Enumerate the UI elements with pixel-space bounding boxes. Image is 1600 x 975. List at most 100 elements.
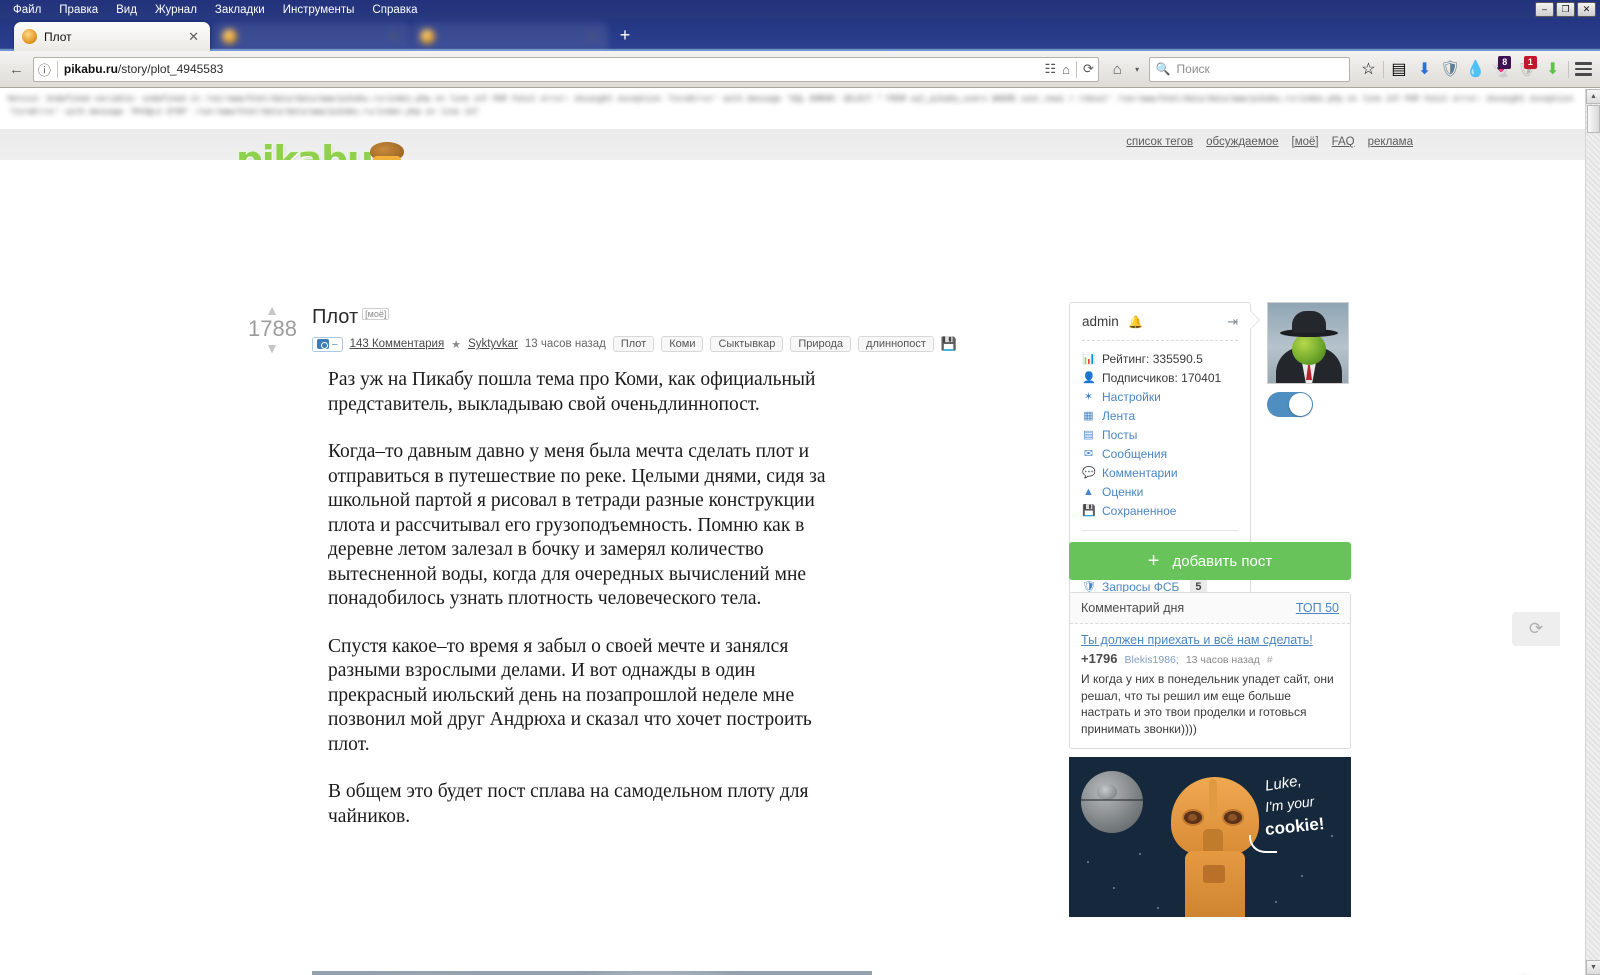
menu-help[interactable]: Справка (363, 2, 426, 18)
menu-history[interactable]: Журнал (146, 2, 206, 18)
comment-of-the-day-body: Ты должен приехать и всё нам сделать! +1… (1070, 624, 1350, 748)
site-top-links: список тегов обсуждаемое [моё] FAQ рекла… (1126, 136, 1413, 148)
comment-icon: 💬 (1082, 467, 1096, 479)
back-button-icon[interactable]: ← (6, 56, 27, 83)
page-title[interactable]: Плот (312, 306, 358, 329)
restore-button[interactable]: ❐ (1556, 2, 1575, 17)
tag-item[interactable]: Сыктывкар (710, 336, 784, 352)
reload-icon[interactable]: ⟳ (1083, 61, 1094, 77)
menu-tools[interactable]: Инструменты (274, 2, 364, 18)
browser-tab-3[interactable]: ✕ (412, 22, 608, 51)
link-advertising[interactable]: реклама (1368, 136, 1413, 148)
add-post-button[interactable]: + добавить пост (1069, 542, 1351, 580)
sidebar-item-saved[interactable]: 💾 Сохраненное (1082, 502, 1238, 521)
comment-text: И когда у них в понедельник упадет сайт,… (1081, 672, 1334, 736)
site-info-icon[interactable]: ⓘ (38, 60, 51, 79)
tab-favicon-icon (222, 29, 237, 44)
tab-close-icon[interactable]: ✕ (185, 29, 202, 45)
tab-close-icon[interactable]: ✕ (583, 29, 600, 45)
navigation-toolbar: ← ⓘ pikabu.ru/story/plot_4945583 ☷ ⌂ ⟳ ⌂… (0, 51, 1600, 88)
comment-author[interactable]: Blekis1986; (1125, 654, 1179, 666)
user-name[interactable]: admin (1082, 314, 1119, 329)
browser-search-bar[interactable]: 🔍 Поиск (1148, 56, 1350, 82)
sidebar-item-ratings[interactable]: ▲ Оценки (1082, 483, 1238, 502)
vote-count: 1788 (248, 316, 297, 341)
tag-item[interactable]: длиннопост (858, 336, 934, 352)
comment-link[interactable]: Ты должен приехать и всё нам сделать! (1081, 633, 1339, 647)
page-scrollbar[interactable]: ▲ ▼ (1585, 89, 1600, 975)
tab-close-icon[interactable]: ✕ (385, 29, 402, 45)
author-link[interactable]: Syktyvkar (468, 338, 518, 350)
comments-count-link[interactable]: 143 Комментария (350, 338, 445, 350)
logout-icon[interactable]: ⇥ (1227, 314, 1238, 330)
avatar-hat-top (1292, 311, 1326, 333)
upvote-button[interactable]: ▲ (248, 303, 296, 317)
reader-mode-icon[interactable]: ☷ (1044, 61, 1056, 77)
refresh-widget-button[interactable]: ⟳ (1512, 612, 1560, 646)
death-star-icon (1081, 771, 1143, 833)
shield-blocker-icon[interactable]: 🛡 1 (1516, 56, 1538, 82)
panel-arrow (1250, 311, 1259, 329)
tab-title: Плот (44, 29, 72, 44)
url-bar[interactable]: ⓘ pikabu.ru/story/plot_4945583 ☷ ⌂ ⟳ (32, 56, 1099, 82)
search-placeholder: Поиск (1176, 62, 1210, 76)
droplet-addon-icon[interactable]: 💧 (1465, 56, 1487, 82)
feed-icon: ▦ (1083, 410, 1094, 422)
menu-bookmarks[interactable]: Закладки (206, 2, 274, 18)
scrollbar-thumb[interactable] (1587, 105, 1600, 133)
hamburger-bars (1574, 62, 1592, 76)
sidebar-item-feed[interactable]: ▦ Лента (1082, 407, 1238, 426)
new-tab-button[interactable]: + (612, 23, 638, 47)
bell-icon[interactable]: 🔔 (1128, 315, 1143, 329)
downvote-button[interactable]: ▼ (248, 341, 296, 355)
toggle-knob (1289, 393, 1312, 416)
menu-bar: Файл Правка Вид Журнал Закладки Инструме… (0, 0, 1600, 19)
top50-link[interactable]: ТОП 50 (1296, 601, 1339, 615)
camera-badge[interactable]: – (312, 336, 343, 352)
sidebar-item-comments[interactable]: 💬 Комментарии (1082, 464, 1238, 483)
sidebar-item-label: Оценки (1102, 485, 1144, 499)
tag-item[interactable]: Плот (612, 336, 655, 352)
hamburger-menu-icon[interactable] (1572, 56, 1594, 82)
toolbar-overflow-chevron-down-icon[interactable]: ▾ (1132, 56, 1143, 83)
library-icon[interactable]: ▤ (1388, 56, 1410, 82)
home-page-icon[interactable]: ⌂ (1062, 62, 1070, 77)
browser-tab-active[interactable]: Плот ✕ (14, 22, 210, 51)
tab-strip: Плот ✕ ✕ ✕ + (0, 19, 1600, 51)
post-image[interactable] (312, 971, 872, 975)
downloads-icon[interactable]: ⬇ (1414, 56, 1436, 82)
ghost-addon-icon[interactable]: 👻 8 (1491, 56, 1513, 82)
advertisement-banner[interactable]: Luke, I'm your cookie! (1069, 757, 1351, 917)
bookmark-star-icon[interactable]: ☆ (1358, 56, 1380, 82)
tag-item[interactable]: Коми (661, 336, 704, 352)
sidebar-item-label: Посты (1102, 428, 1138, 442)
video-download-icon[interactable]: ⬇ (1542, 56, 1564, 82)
home-button-icon[interactable]: ⌂ (1107, 56, 1128, 83)
scrollbar-up-arrow[interactable]: ▲ (1586, 89, 1600, 104)
comment-permalink-icon[interactable]: # (1267, 654, 1273, 666)
link-mine[interactable]: [моё] (1292, 136, 1319, 148)
browser-tab-2[interactable]: ✕ (214, 22, 410, 51)
sidebar-item-posts[interactable]: ▤ Посты (1082, 426, 1238, 445)
post-body: Раз уж на Пикабу пошла тема про Коми, ка… (328, 368, 848, 852)
shield-addon-icon[interactable]: 🛡 (1439, 56, 1461, 82)
sidebar-item-settings[interactable]: ✶ Настройки (1082, 388, 1238, 407)
toolbar-divider-2 (1567, 60, 1569, 78)
link-discussed[interactable]: обсуждаемое (1206, 136, 1278, 148)
menu-view[interactable]: Вид (107, 2, 146, 18)
sidebar-divider (1082, 530, 1238, 531)
menu-file[interactable]: Файл (4, 2, 50, 18)
sidebar-toggle-switch[interactable] (1267, 392, 1313, 417)
save-post-icon[interactable]: 💾 (941, 336, 957, 352)
link-faq[interactable]: FAQ (1332, 136, 1355, 148)
minimize-button[interactable]: – (1535, 2, 1554, 17)
scrollbar-down-arrow[interactable]: ▼ (1586, 960, 1600, 975)
author-icon: ★ (451, 338, 462, 351)
close-button[interactable]: ✕ (1577, 2, 1596, 17)
tag-item[interactable]: Природа (790, 336, 852, 352)
avatar[interactable] (1267, 302, 1349, 384)
link-tag-list[interactable]: список тегов (1126, 136, 1193, 148)
sidebar-item-messages[interactable]: ✉ Сообщения (1082, 445, 1238, 464)
menu-edit[interactable]: Правка (50, 2, 107, 18)
page-content: ▲ 1788 ▼ Плот [моё] – 143 Комментария ★ S… (0, 160, 1585, 975)
